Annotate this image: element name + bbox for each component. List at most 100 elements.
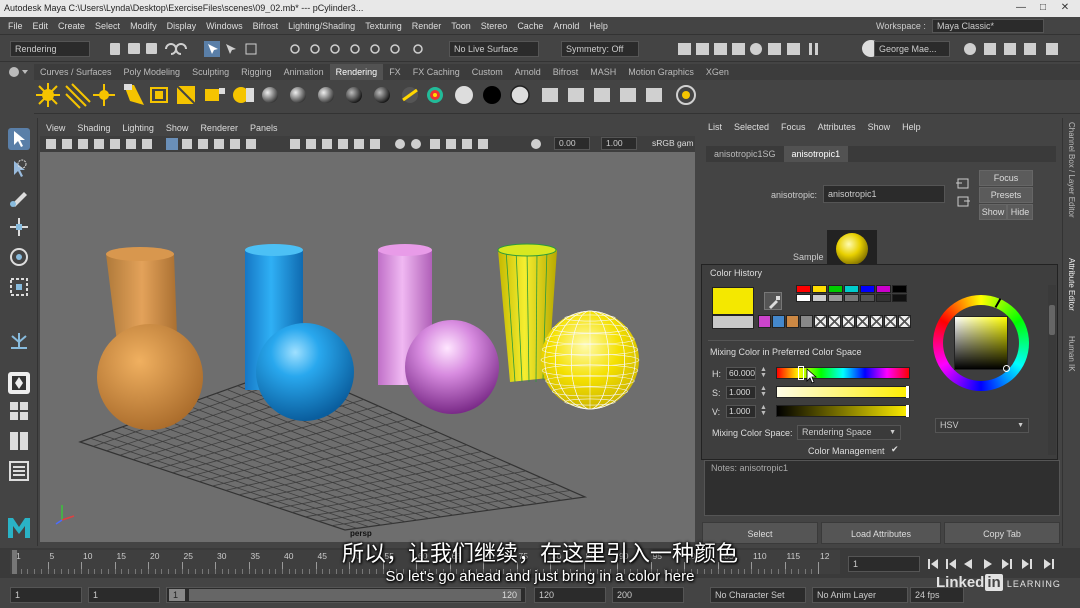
move-tool-icon[interactable] xyxy=(8,216,30,238)
focus-button[interactable]: Focus xyxy=(979,170,1033,186)
empty-history-swatch[interactable] xyxy=(842,315,855,328)
history-swatches-row3[interactable] xyxy=(758,315,911,329)
history-swatch[interactable] xyxy=(876,285,891,293)
layout-two-icon[interactable] xyxy=(8,430,30,452)
animation-start-field[interactable]: 1 xyxy=(10,587,82,603)
history-swatch[interactable] xyxy=(786,315,799,328)
popup-scrollbar-thumb[interactable] xyxy=(1049,305,1055,335)
shelf-tab-fx-caching[interactable]: FX Caching xyxy=(407,64,466,80)
viewport-menu-lighting[interactable]: Lighting xyxy=(116,120,160,136)
viewport-menu-shading[interactable]: Shading xyxy=(71,120,116,136)
light-icons[interactable] xyxy=(36,83,254,109)
tab-attribute-editor[interactable]: Attribute Editor xyxy=(1067,258,1076,328)
paint-select-tool-icon[interactable] xyxy=(8,186,30,208)
viewport-menu-panels[interactable]: Panels xyxy=(244,120,284,136)
history-swatch[interactable] xyxy=(860,285,875,293)
menu-file[interactable]: File xyxy=(0,17,28,35)
viewport-menu-show[interactable]: Show xyxy=(160,120,195,136)
history-swatch[interactable] xyxy=(844,285,859,293)
history-swatch[interactable] xyxy=(876,294,891,302)
playback-end-field[interactable]: 120 xyxy=(534,587,606,603)
right-status-icons[interactable] xyxy=(962,40,1072,58)
hue-slider[interactable] xyxy=(776,366,910,380)
shelf-tab-curves-surfaces[interactable]: Curves / Surfaces xyxy=(34,64,118,80)
previous-color-swatch[interactable] xyxy=(712,315,754,329)
ae-tab-anisotropic[interactable]: anisotropic1 xyxy=(783,146,849,162)
empty-history-swatch[interactable] xyxy=(856,315,869,328)
menu-create[interactable]: Create xyxy=(53,17,90,35)
lasso-tool-icon[interactable] xyxy=(8,158,30,180)
popup-scrollbar[interactable] xyxy=(1048,285,1056,455)
menu-texturing[interactable]: Texturing xyxy=(360,17,407,35)
outliner-layout-icon[interactable] xyxy=(8,460,30,482)
output-connection-icon[interactable] xyxy=(956,196,970,208)
render-icon-strip[interactable] xyxy=(676,40,826,58)
menu-edit[interactable]: Edit xyxy=(28,17,54,35)
saturation-slider[interactable] xyxy=(776,386,910,398)
rotate-tool-icon[interactable] xyxy=(8,246,30,268)
menu-stereo[interactable]: Stereo xyxy=(476,17,513,35)
saturation-value-square[interactable] xyxy=(954,316,1008,370)
ae-tab-shading-group[interactable]: anisotropic1SG xyxy=(706,146,784,162)
presets-button[interactable]: Presets xyxy=(979,187,1033,203)
layout-four-icon[interactable] xyxy=(8,400,30,422)
ae-menu-show[interactable]: Show xyxy=(862,118,897,136)
close-button[interactable]: ✕ xyxy=(1054,0,1076,16)
hue-ring-handle[interactable] xyxy=(994,298,1002,308)
menu-toon[interactable]: Toon xyxy=(446,17,476,35)
notes-area[interactable]: Notes: anisotropic1 xyxy=(704,460,1060,516)
viewport-menu-view[interactable]: View xyxy=(40,120,71,136)
ae-menu-focus[interactable]: Focus xyxy=(775,118,812,136)
history-swatch[interactable] xyxy=(828,285,843,293)
history-swatch[interactable] xyxy=(892,285,907,293)
ae-menu-attributes[interactable]: Attributes xyxy=(812,118,862,136)
wheel-mode-dropdown[interactable]: HSV ▼ xyxy=(935,418,1029,433)
sv-picker-handle[interactable] xyxy=(1003,365,1010,372)
hue-spinner-icon[interactable]: ▲ ▼ xyxy=(760,366,768,380)
history-swatches[interactable] xyxy=(796,285,908,305)
history-swatch[interactable] xyxy=(796,294,811,302)
hue-field[interactable]: 60.000 xyxy=(726,367,756,380)
saturation-slider-handle[interactable] xyxy=(906,386,909,398)
tab-channel-box[interactable]: Channel Box / Layer Editor xyxy=(1067,122,1076,272)
shelf-tab-rigging[interactable]: Rigging xyxy=(235,64,278,80)
user-account-dropdown[interactable]: George Mae... xyxy=(874,41,950,57)
history-swatch[interactable] xyxy=(796,285,811,293)
menu-bifrost[interactable]: Bifrost xyxy=(248,17,284,35)
manipulator-tool-icon[interactable] xyxy=(8,330,30,352)
range-slider[interactable]: 1 120 xyxy=(166,587,526,603)
empty-history-swatch[interactable] xyxy=(870,315,883,328)
history-swatch[interactable] xyxy=(860,294,875,302)
show-button[interactable]: Show xyxy=(979,204,1007,220)
ae-menu-list[interactable]: List xyxy=(702,118,728,136)
value-slider[interactable] xyxy=(776,405,910,417)
hue-slider-handle[interactable] xyxy=(798,366,804,380)
mixing-space-dropdown[interactable]: Rendering Space ▼ xyxy=(797,425,901,440)
scale-tool-icon[interactable] xyxy=(8,276,30,298)
input-connection-icon[interactable] xyxy=(956,178,970,190)
shelf-tab-bifrost[interactable]: Bifrost xyxy=(547,64,585,80)
history-swatch[interactable] xyxy=(800,315,813,328)
shelf-tab-motion-graphics[interactable]: Motion Graphics xyxy=(622,64,700,80)
shelf-tab-xgen[interactable]: XGen xyxy=(700,64,735,80)
history-swatch[interactable] xyxy=(812,285,827,293)
colorspace-label[interactable]: sRGB gam xyxy=(638,137,695,150)
live-surface-field[interactable]: No Live Surface xyxy=(449,41,539,57)
ae-menu-selected[interactable]: Selected xyxy=(728,118,775,136)
layout-single-icon[interactable] xyxy=(8,372,30,394)
empty-history-swatch[interactable] xyxy=(828,315,841,328)
menu-cache[interactable]: Cache xyxy=(512,17,548,35)
exposure-field[interactable]: 0.00 xyxy=(554,137,590,150)
value-spinner-icon[interactable]: ▲ ▼ xyxy=(760,404,768,418)
material-sphere-icons[interactable] xyxy=(262,85,530,105)
viewport-toolbar-icons[interactable] xyxy=(44,137,554,151)
range-slider-end[interactable]: 120 xyxy=(189,589,521,601)
shelf-tab-rendering[interactable]: Rendering xyxy=(329,64,384,80)
select-tool-icon[interactable] xyxy=(8,128,30,150)
empty-history-swatch[interactable] xyxy=(814,315,827,328)
menu-modify[interactable]: Modify xyxy=(125,17,162,35)
maximize-button[interactable]: □ xyxy=(1032,0,1054,16)
shelf-tab-arnold[interactable]: Arnold xyxy=(509,64,547,80)
color-wheel[interactable] xyxy=(933,295,1029,391)
hide-button[interactable]: Hide xyxy=(1007,204,1033,220)
